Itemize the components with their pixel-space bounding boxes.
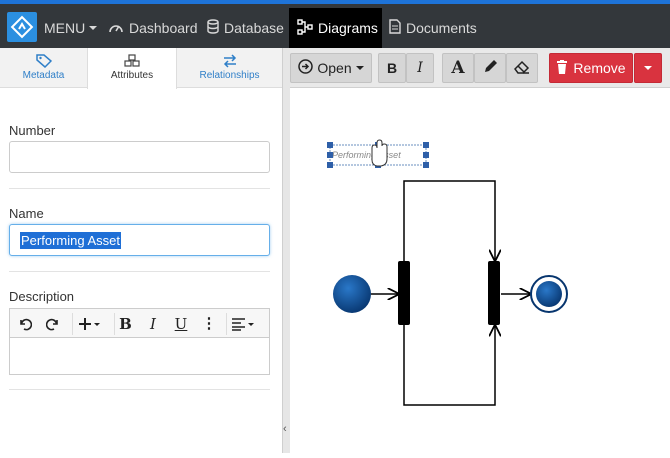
insert-plus-icon[interactable] xyxy=(72,313,104,335)
italic-icon[interactable]: I xyxy=(142,313,164,335)
bold-icon: B xyxy=(386,60,398,76)
nav-item-dashboard[interactable]: Dashboard xyxy=(108,8,198,48)
more-icon[interactable]: ⋮ xyxy=(198,313,220,335)
nav-label-database: Database xyxy=(224,20,284,36)
name-label: Name xyxy=(9,206,44,221)
tab-label-relationships: Relationships xyxy=(199,70,260,81)
remove-button[interactable]: Remove xyxy=(549,53,633,83)
circle-arrow-right-icon xyxy=(298,59,314,77)
tab-label-attributes: Attributes xyxy=(110,70,154,81)
text-color-icon: A xyxy=(451,58,465,78)
pencil-button[interactable] xyxy=(474,53,506,83)
swap-arrows-icon xyxy=(177,54,282,68)
properties-panel: Metadata Attributes Relationships Number… xyxy=(0,48,282,453)
database-icon xyxy=(207,19,219,37)
diagram-canvas[interactable]: Performing Asset xyxy=(290,88,670,453)
redo-icon[interactable] xyxy=(42,313,64,335)
undo-icon[interactable] xyxy=(14,313,36,335)
name-field-value: Performing Asset xyxy=(20,232,121,249)
tag-icon xyxy=(0,54,87,69)
diagram-toolbar: Open B I A Remove xyxy=(290,48,670,88)
nav-label-diagrams: Diagrams xyxy=(318,20,378,36)
selected-label-text: Performing Asset xyxy=(332,150,401,160)
open-label: Open xyxy=(317,60,352,76)
text-color-button[interactable]: A xyxy=(442,53,474,83)
nav-label-dashboard: Dashboard xyxy=(129,20,198,36)
chevron-down-icon xyxy=(644,66,652,70)
chevron-down-icon xyxy=(355,66,364,70)
open-button[interactable]: Open xyxy=(290,53,372,83)
description-label: Description xyxy=(9,289,75,304)
collapse-left-icon[interactable]: ‹ xyxy=(283,423,287,435)
underline-icon[interactable]: U xyxy=(170,313,192,335)
number-label: Number xyxy=(9,123,56,138)
trash-icon xyxy=(556,59,568,77)
description-editor-toolbar: B I U ⋮ xyxy=(9,308,270,338)
divider xyxy=(9,389,270,390)
nav-item-documents[interactable]: Documents xyxy=(389,8,477,48)
menu-label: MENU xyxy=(44,20,86,36)
final-node[interactable] xyxy=(530,275,568,313)
tab-label-metadata: Metadata xyxy=(22,70,65,81)
align-icon[interactable] xyxy=(226,313,258,335)
gauge-icon xyxy=(108,20,124,37)
app-logo-icon[interactable] xyxy=(7,12,37,42)
divider xyxy=(9,188,270,189)
properties-tabs: Metadata Attributes Relationships xyxy=(0,48,282,89)
nav-item-database[interactable]: Database xyxy=(207,8,284,48)
top-navigation-bar: MENU Dashboard Database Diagrams Documen… xyxy=(0,0,670,48)
number-field[interactable] xyxy=(9,141,270,173)
cubes-icon xyxy=(88,54,176,68)
remove-dropdown-button[interactable] xyxy=(634,53,662,83)
hand-cursor-icon xyxy=(371,139,388,167)
diagram-icon xyxy=(297,18,313,38)
chevron-down-icon xyxy=(89,26,98,30)
menu-button[interactable]: MENU xyxy=(44,8,98,48)
pencil-icon xyxy=(483,59,498,77)
control-flow-edges[interactable] xyxy=(371,180,530,406)
fork-bar[interactable] xyxy=(398,261,410,325)
document-icon xyxy=(389,19,401,37)
join-bar[interactable] xyxy=(488,261,500,325)
eraser-button[interactable] xyxy=(506,53,538,83)
italic-icon: I xyxy=(417,60,423,76)
nav-label-documents: Documents xyxy=(406,20,477,36)
tab-relationships[interactable]: Relationships xyxy=(177,48,282,88)
italic-button[interactable]: I xyxy=(406,53,434,83)
remove-label: Remove xyxy=(573,60,626,76)
divider xyxy=(9,271,270,272)
tab-attributes[interactable]: Attributes xyxy=(87,48,177,89)
panel-splitter[interactable]: ‹ xyxy=(282,48,290,453)
name-field[interactable]: Performing Asset xyxy=(9,224,270,256)
nav-item-diagrams[interactable]: Diagrams xyxy=(289,8,382,48)
eraser-icon xyxy=(514,60,530,77)
tab-metadata[interactable]: Metadata xyxy=(0,48,87,88)
bold-icon[interactable]: B xyxy=(114,313,136,335)
bold-button[interactable]: B xyxy=(378,53,406,83)
description-editor[interactable] xyxy=(9,337,270,375)
initial-node[interactable] xyxy=(333,275,371,313)
